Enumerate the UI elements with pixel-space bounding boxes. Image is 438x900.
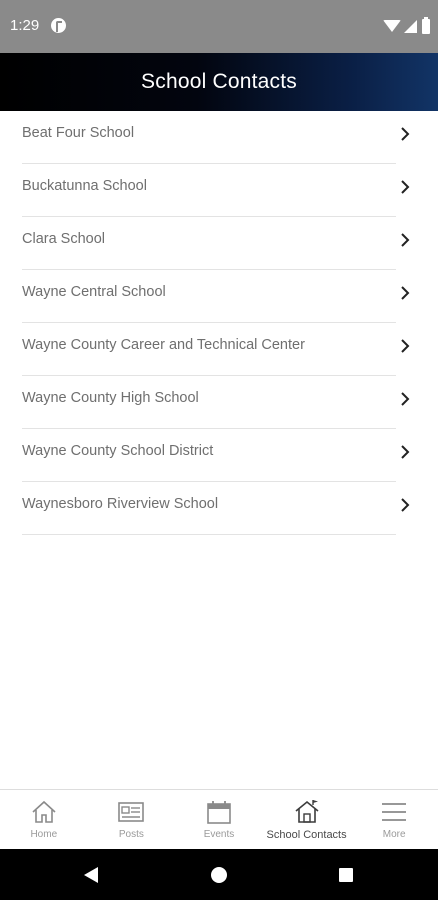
app-bar: School Contacts bbox=[0, 53, 438, 111]
nav-label-school-contacts: School Contacts bbox=[266, 829, 347, 841]
battery-icon bbox=[422, 16, 430, 34]
contact-list: Beat Four School Buckatunna School Clara… bbox=[0, 111, 438, 535]
chevron-right-icon bbox=[401, 233, 410, 247]
app-notification-icon bbox=[51, 18, 66, 33]
back-button[interactable] bbox=[84, 867, 98, 883]
contact-name: Waynesboro Riverview School bbox=[22, 496, 219, 512]
chevron-right-icon bbox=[401, 392, 410, 406]
chevron-right-icon bbox=[401, 127, 410, 141]
bottom-nav: Home Posts Events School Contacts More bbox=[0, 789, 438, 849]
list-item[interactable]: Wayne Central School bbox=[22, 270, 410, 323]
nav-item-more[interactable]: More bbox=[350, 790, 438, 849]
list-item[interactable]: Wayne County School District bbox=[22, 429, 410, 482]
nav-label-events: Events bbox=[203, 829, 235, 840]
list-item[interactable]: Beat Four School bbox=[22, 111, 410, 164]
contact-name: Wayne County Career and Technical Center bbox=[22, 337, 305, 353]
chevron-right-icon bbox=[401, 498, 410, 512]
nav-label-home: Home bbox=[30, 829, 58, 840]
list-item[interactable]: Wayne County High School bbox=[22, 376, 410, 429]
home-button[interactable] bbox=[211, 867, 227, 883]
list-item[interactable]: Buckatunna School bbox=[22, 164, 410, 217]
contact-name: Clara School bbox=[22, 231, 106, 247]
list-item[interactable]: Waynesboro Riverview School bbox=[22, 482, 410, 535]
chevron-right-icon bbox=[401, 286, 410, 300]
school-icon bbox=[295, 800, 319, 823]
chevron-right-icon bbox=[401, 445, 410, 459]
menu-icon bbox=[382, 803, 407, 821]
wifi-icon bbox=[383, 20, 401, 32]
system-nav-bar bbox=[0, 849, 438, 900]
recents-button[interactable] bbox=[339, 868, 353, 882]
signal-icon bbox=[404, 19, 417, 33]
contact-name: Buckatunna School bbox=[22, 178, 147, 194]
list-item[interactable]: Clara School bbox=[22, 217, 410, 270]
chevron-right-icon bbox=[401, 180, 410, 194]
contact-name: Beat Four School bbox=[22, 125, 135, 141]
list-item[interactable]: Wayne County Career and Technical Center bbox=[22, 323, 410, 376]
status-bar: 1:29 bbox=[0, 0, 438, 53]
nav-item-school-contacts[interactable]: School Contacts bbox=[263, 790, 351, 849]
contact-name: Wayne Central School bbox=[22, 284, 166, 300]
nav-item-home[interactable]: Home bbox=[0, 790, 88, 849]
contact-name: Wayne County School District bbox=[22, 443, 214, 459]
chevron-right-icon bbox=[401, 339, 410, 353]
page-title: School Contacts bbox=[141, 70, 297, 93]
calendar-icon bbox=[207, 801, 231, 824]
contact-name: Wayne County High School bbox=[22, 390, 199, 406]
nav-item-posts[interactable]: Posts bbox=[88, 790, 176, 849]
nav-item-events[interactable]: Events bbox=[175, 790, 263, 849]
status-indicators bbox=[383, 16, 430, 35]
nav-label-more: More bbox=[382, 829, 406, 840]
status-time: 1:29 bbox=[10, 17, 40, 34]
nav-label-posts: Posts bbox=[118, 829, 144, 840]
newspaper-icon bbox=[118, 802, 145, 822]
home-icon bbox=[32, 800, 56, 823]
